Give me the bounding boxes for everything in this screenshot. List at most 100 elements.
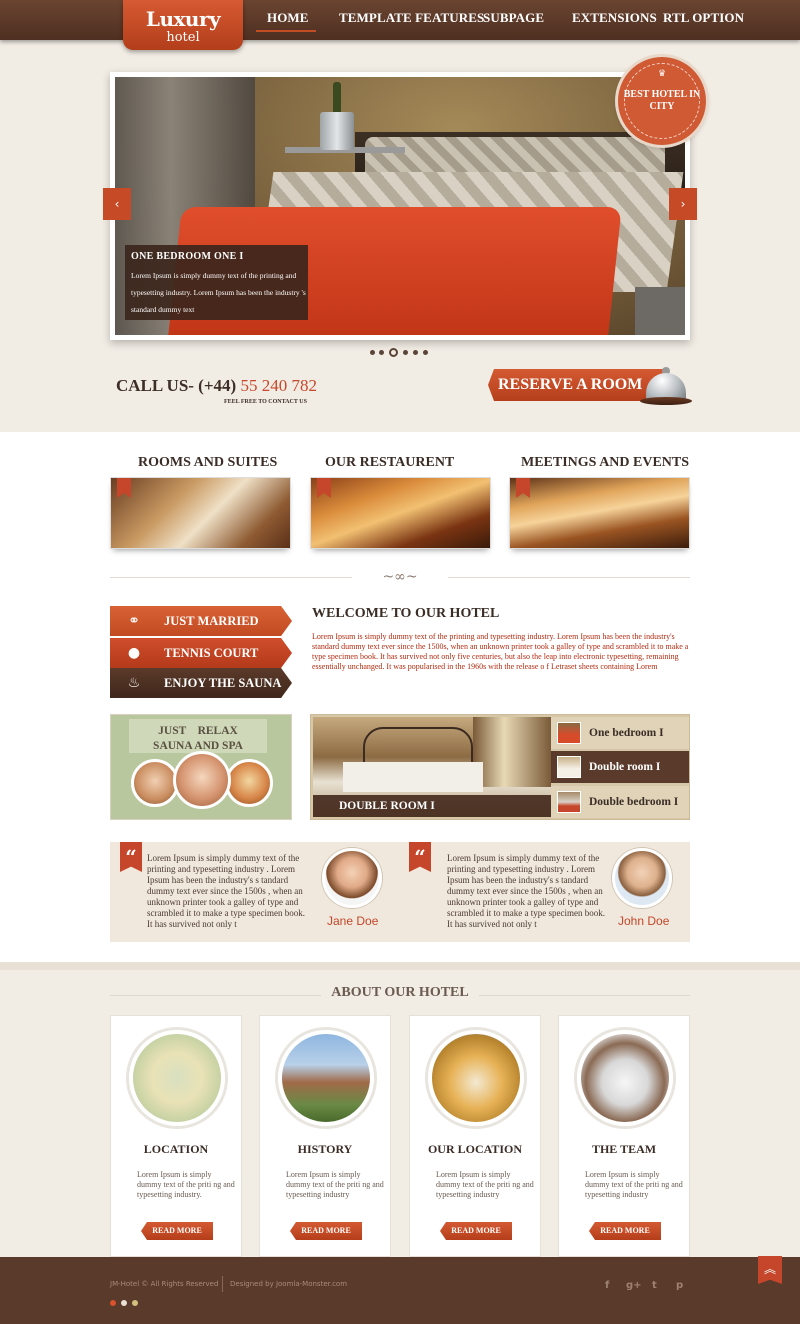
team-image <box>577 1030 673 1126</box>
twitter-icon[interactable]: t <box>652 1280 657 1291</box>
featured-room-image[interactable]: DOUBLE ROOM I <box>313 717 551 817</box>
house-image <box>278 1030 374 1126</box>
nav-item-rtl-option[interactable]: RTL OPTION <box>663 10 744 26</box>
slider-pagination <box>370 348 432 358</box>
about-card-text: Lorem Ipsum is simply dummy text of the … <box>436 1170 534 1199</box>
avatar <box>322 848 382 908</box>
read-more-button[interactable]: READ MORE <box>290 1222 362 1240</box>
read-more-button[interactable]: READ MORE <box>440 1222 512 1240</box>
slide-caption-text: Lorem Ipsum is simply dummy text of the … <box>131 271 306 314</box>
call-us-label: CALL US- (+44) <box>116 376 237 395</box>
meetings-thumbnail[interactable] <box>509 477 690 549</box>
room-thumb <box>557 791 581 813</box>
slider-dot[interactable] <box>413 350 418 355</box>
best-hotel-badge-text: BEST HOTEL IN CITY <box>623 89 701 112</box>
section-title-meetings: MEETINGS AND EVENTS <box>521 455 690 470</box>
chevron-left-icon: ‹ <box>114 197 120 211</box>
slider-dot[interactable] <box>370 350 375 355</box>
slider-dot[interactable] <box>379 350 384 355</box>
spa-photo <box>131 759 179 807</box>
quote-icon: “ <box>409 842 431 872</box>
room-thumb <box>557 756 581 778</box>
read-more-button[interactable]: READ MORE <box>589 1222 661 1240</box>
about-card-team: THE TEAM Lorem Ipsum is simply dummy tex… <box>558 1015 690 1257</box>
star-ribbon-icon <box>117 478 131 498</box>
testimonials: “ Lorem Ipsum is simply dummy text of th… <box>110 842 690 942</box>
avatar <box>612 848 672 908</box>
room-list-item[interactable]: One bedroom I <box>551 717 689 749</box>
theme-color-dot[interactable] <box>110 1300 116 1306</box>
tag-just-married[interactable]: ⚭ JUST MARRIED <box>110 606 292 636</box>
testimonial-name[interactable]: John Doe <box>618 914 669 928</box>
about-card-text: Lorem Ipsum is simply dummy text of the … <box>585 1170 683 1199</box>
theme-color-dot[interactable] <box>121 1300 127 1306</box>
about-card-title: THE TEAM <box>591 1142 657 1156</box>
read-more-button[interactable]: READ MORE <box>141 1222 213 1240</box>
copyright: JM-Hotel © All Rights Reserved <box>110 1280 219 1288</box>
about-card-title: HISTORY <box>297 1142 353 1156</box>
nav-item-subpage[interactable]: SUBPAGE <box>483 10 544 26</box>
room-list-item[interactable]: Double bedroom I <box>551 786 689 818</box>
about-card-our-location: OUR LOCATION Lorem Ipsum is simply dummy… <box>409 1015 541 1257</box>
about-card-history: HISTORY Lorem Ipsum is simply dummy text… <box>259 1015 391 1257</box>
about-card-text: Lorem Ipsum is simply dummy text of the … <box>286 1170 384 1199</box>
featured-room-label: DOUBLE ROOM I <box>313 795 551 817</box>
testimonial-text: Lorem Ipsum is simply dummy text of the … <box>447 853 605 929</box>
room-showcase: DOUBLE ROOM I One bedroom I Double room … <box>310 714 690 820</box>
call-us-subtext: FEEL FREE TO CONTACT US <box>224 399 307 405</box>
facebook-icon[interactable]: f <box>605 1280 609 1291</box>
star-ribbon-icon <box>317 478 331 498</box>
slider-next-button[interactable]: › <box>669 188 697 220</box>
sauna-spa-banner[interactable]: JUST RELAX SAUNA AND SPA <box>110 714 292 820</box>
nav-item-template-features[interactable]: TEMPLATE FEATURES <box>339 10 484 26</box>
call-us: CALL US- (+44) 55 240 782 <box>116 376 317 396</box>
phone-number[interactable]: 55 240 782 <box>240 376 317 395</box>
steam-icon: ♨ <box>127 675 141 691</box>
slider-dot-active[interactable] <box>389 348 398 357</box>
sauna-line-1: JUST RELAX <box>158 725 238 737</box>
slider-prev-button[interactable]: ‹ <box>103 188 131 220</box>
about-title: ABOUT OUR HOTEL <box>0 985 800 1001</box>
tennis-ball-icon: ● <box>127 645 141 661</box>
flourish-ornament-icon: ~∞~ <box>352 568 448 586</box>
nav-item-extensions[interactable]: EXTENSIONS <box>572 10 657 26</box>
pinterest-icon[interactable]: p <box>676 1280 683 1291</box>
google-plus-icon[interactable]: g+ <box>626 1280 642 1291</box>
logo-sub-text: hotel <box>166 30 200 45</box>
about-card-title: LOCATION <box>143 1142 209 1156</box>
slider-dot[interactable] <box>403 350 408 355</box>
testimonial-name[interactable]: Jane Doe <box>327 914 378 928</box>
star-ribbon-icon <box>516 478 530 498</box>
chevron-right-icon: › <box>680 197 686 211</box>
beach-image <box>428 1030 524 1126</box>
service-bell-icon <box>640 367 692 407</box>
spa-photo <box>225 759 273 807</box>
double-chevron-up-icon: ︽ <box>763 1262 776 1276</box>
theme-color-dot[interactable] <box>132 1300 138 1306</box>
best-hotel-badge: ♛ BEST HOTEL IN CITY <box>618 57 706 145</box>
section-title-restaurant: OUR RESTAURENT <box>325 455 455 470</box>
slide-caption-title: ONE BEDROOM ONE I <box>131 251 244 262</box>
nav-item-home[interactable]: HOME <box>267 10 309 26</box>
tag-enjoy-sauna[interactable]: ♨ ENJOY THE SAUNA <box>110 668 292 698</box>
section-title-rooms: ROOMS AND SUITES <box>138 455 278 470</box>
tag-tennis-court[interactable]: ● TENNIS COURT <box>110 638 292 668</box>
about-card-title: OUR LOCATION <box>427 1142 523 1156</box>
welcome-text: Lorem Ipsum is simply dummy text of the … <box>312 632 689 671</box>
welcome-title: WELCOME TO OUR HOTEL <box>312 606 500 621</box>
designed-by-link[interactable]: Designed by Joomla-Monster.com <box>230 1280 347 1288</box>
room-list-item-active[interactable]: Double room I <box>551 751 689 783</box>
spa-photo <box>173 751 231 809</box>
restaurant-thumbnail[interactable] <box>310 477 491 549</box>
about-card-location: LOCATION Lorem Ipsum is simply dummy tex… <box>110 1015 242 1257</box>
rooms-thumbnail[interactable] <box>110 477 291 549</box>
quote-icon: “ <box>120 842 142 872</box>
logo[interactable]: Luxury hotel <box>123 0 243 50</box>
room-thumb <box>557 722 581 744</box>
map-image <box>129 1030 225 1126</box>
rings-icon: ⚭ <box>128 613 140 629</box>
slider-dot[interactable] <box>423 350 428 355</box>
crown-icon: ♛ <box>657 69 667 79</box>
about-card-text: Lorem Ipsum is simply dummy text of the … <box>137 1170 235 1199</box>
nav-active-indicator <box>256 30 316 32</box>
